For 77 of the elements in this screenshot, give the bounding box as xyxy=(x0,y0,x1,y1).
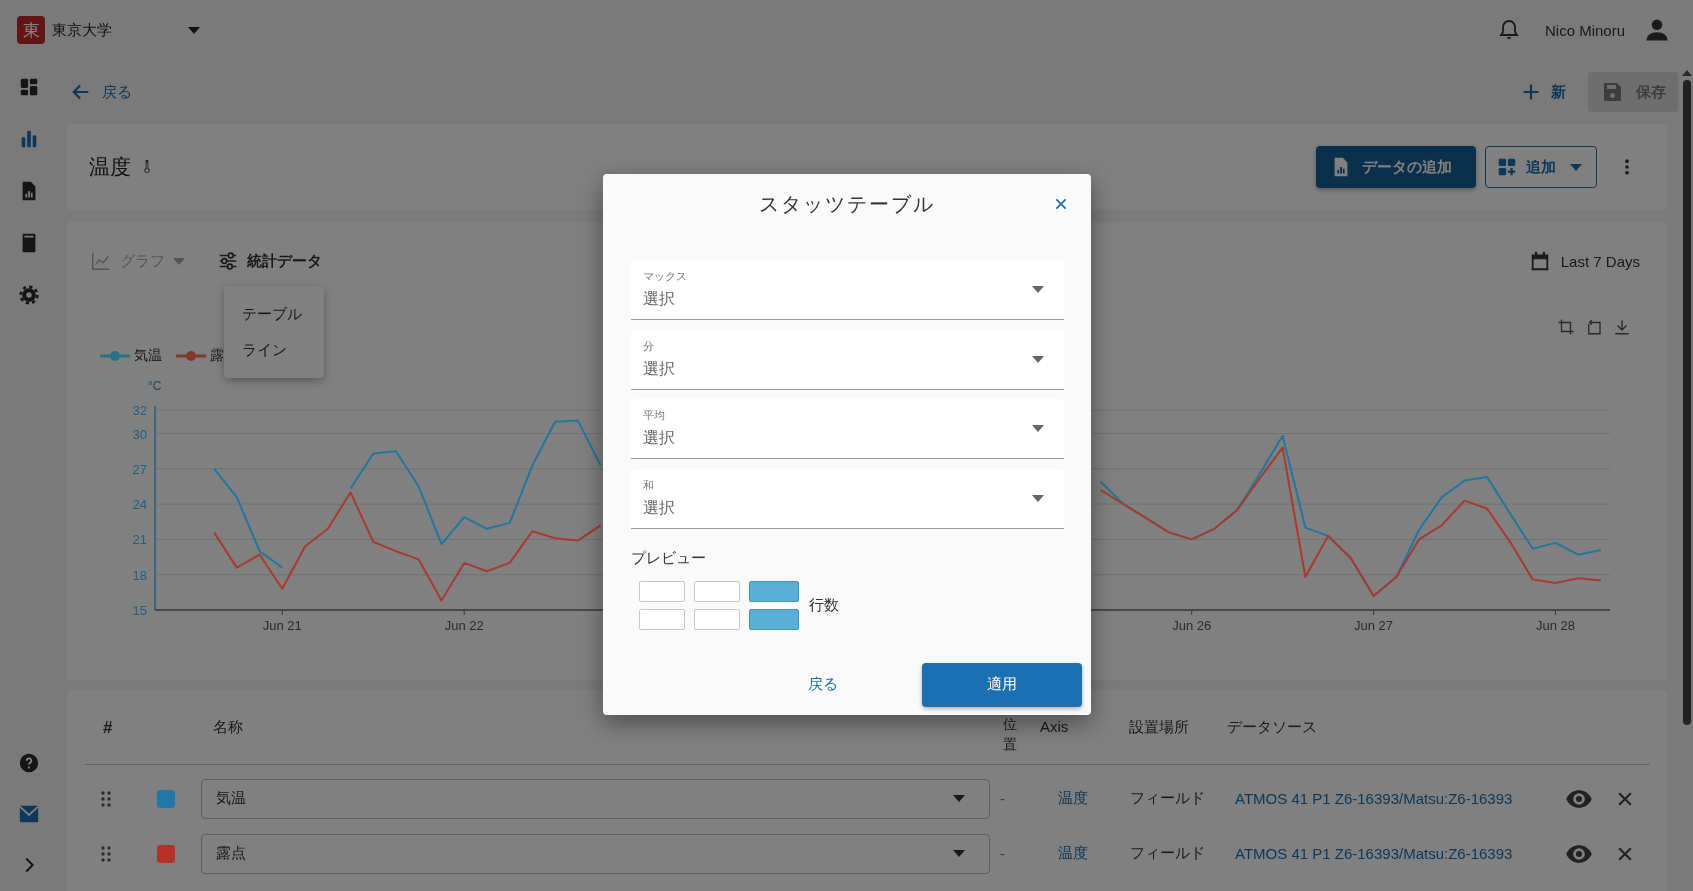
color-swatch[interactable] xyxy=(157,789,175,808)
back-button[interactable]: 戻る xyxy=(760,662,886,707)
zoom-area-icon[interactable] xyxy=(1557,318,1575,336)
caret-icon xyxy=(1570,163,1582,171)
organization-name: 東京大学 xyxy=(52,20,112,40)
add-widget-button[interactable]: 追加 xyxy=(1485,146,1597,188)
caret-icon xyxy=(953,795,965,802)
column-header: 名称 xyxy=(212,718,244,737)
line-chart-icon xyxy=(90,250,112,272)
column-header: Axis xyxy=(1040,718,1070,735)
axis-tick-label: Jun 26 xyxy=(1172,618,1212,633)
table-cell-text: - xyxy=(999,790,1006,807)
close-icon xyxy=(1053,196,1069,212)
menu-item[interactable]: テーブル xyxy=(224,296,324,332)
table-cell-text: フィールド xyxy=(1129,844,1206,863)
date-range[interactable]: Last 7 Days xyxy=(1560,252,1640,270)
axis-tick-label: 24 xyxy=(132,497,147,513)
column-header: データソース xyxy=(1226,718,1318,737)
caret-icon xyxy=(173,257,185,265)
mail-icon[interactable] xyxy=(18,803,40,825)
axis-tick-label: Jun 22 xyxy=(444,618,484,633)
settings-icon[interactable] xyxy=(18,284,40,306)
axis-tick-label: Jun 27 xyxy=(1354,618,1394,633)
table-cell-text: - xyxy=(999,845,1006,862)
select-field[interactable]: 平均 選択 xyxy=(631,399,1064,459)
column-header: 設置場所 xyxy=(1128,718,1190,737)
caret-icon xyxy=(1032,286,1044,293)
caret-icon xyxy=(1032,425,1044,432)
axis-tick-label: 27 xyxy=(132,461,147,477)
source-link[interactable]: ATMOS 41 P1 Z6-16393/Matsu:Z6-16393 xyxy=(1222,790,1513,807)
stats-button[interactable]: 統計データ xyxy=(217,250,322,272)
caret-icon xyxy=(1032,494,1044,502)
select-field[interactable]: 分 選択 xyxy=(631,329,1064,390)
download-icon[interactable] xyxy=(1613,318,1631,336)
axis-link[interactable]: 温度 xyxy=(1058,844,1088,863)
user-name: Nico Minoru xyxy=(1544,21,1625,39)
caret-icon xyxy=(953,850,965,857)
axis-tick-label: 18 xyxy=(132,567,147,583)
logo: 東 xyxy=(17,16,45,44)
table-cell-text: フィールド xyxy=(1129,789,1206,808)
restore-icon[interactable] xyxy=(1585,318,1603,336)
apply-button[interactable]: 適用 xyxy=(922,662,1082,707)
dashboard-icon[interactable] xyxy=(18,76,40,98)
close-button[interactable] xyxy=(1053,196,1069,212)
axis-tick-label: 15 xyxy=(132,603,147,618)
legend-label[interactable]: 露 xyxy=(210,347,224,365)
caret-icon xyxy=(1032,355,1044,363)
scroll-up-arrow-icon[interactable] xyxy=(1681,68,1692,76)
color-swatch[interactable] xyxy=(157,844,175,863)
page-title: 温度 xyxy=(89,154,131,180)
axis-link[interactable]: 温度 xyxy=(1058,789,1088,808)
back-link[interactable]: 戻る xyxy=(70,81,132,103)
add-data-button[interactable]: データの追加 xyxy=(1316,146,1476,188)
name-select[interactable]: 気温 xyxy=(201,778,990,819)
select-field[interactable]: マックス 選択 xyxy=(631,260,1064,320)
axis-tick-label: 30 xyxy=(132,426,147,442)
preview-label: プレビュー xyxy=(631,548,707,568)
row-count-label: 行数 xyxy=(809,595,839,615)
axis-tick-label: 21 xyxy=(132,532,147,548)
source-link[interactable]: ATMOS 41 P1 Z6-16393/Matsu:Z6-16393 xyxy=(1222,845,1513,862)
caret-icon[interactable] xyxy=(188,26,200,34)
axis-unit-label: °C xyxy=(148,379,162,393)
help-icon[interactable] xyxy=(18,752,40,774)
column-header: 位置 xyxy=(1002,715,1017,754)
new-button[interactable]: 新 xyxy=(1521,82,1566,102)
name-select[interactable]: 露点 xyxy=(201,833,990,874)
sliders-icon xyxy=(217,250,239,272)
select-field[interactable]: 和 選択 xyxy=(631,468,1064,529)
dialog-title: スタッツテーブル xyxy=(759,191,935,217)
legend-label[interactable]: 気温 xyxy=(134,347,162,365)
axis-tick-label: Jun 21 xyxy=(262,618,302,633)
menu-item[interactable]: ライン xyxy=(224,332,324,368)
grid-plus-icon xyxy=(1496,156,1518,178)
column-header: # xyxy=(102,718,114,738)
plus-icon xyxy=(1521,82,1541,102)
axis-tick-label: Jun 28 xyxy=(1535,618,1575,633)
axis-tick-label: 32 xyxy=(132,403,147,418)
